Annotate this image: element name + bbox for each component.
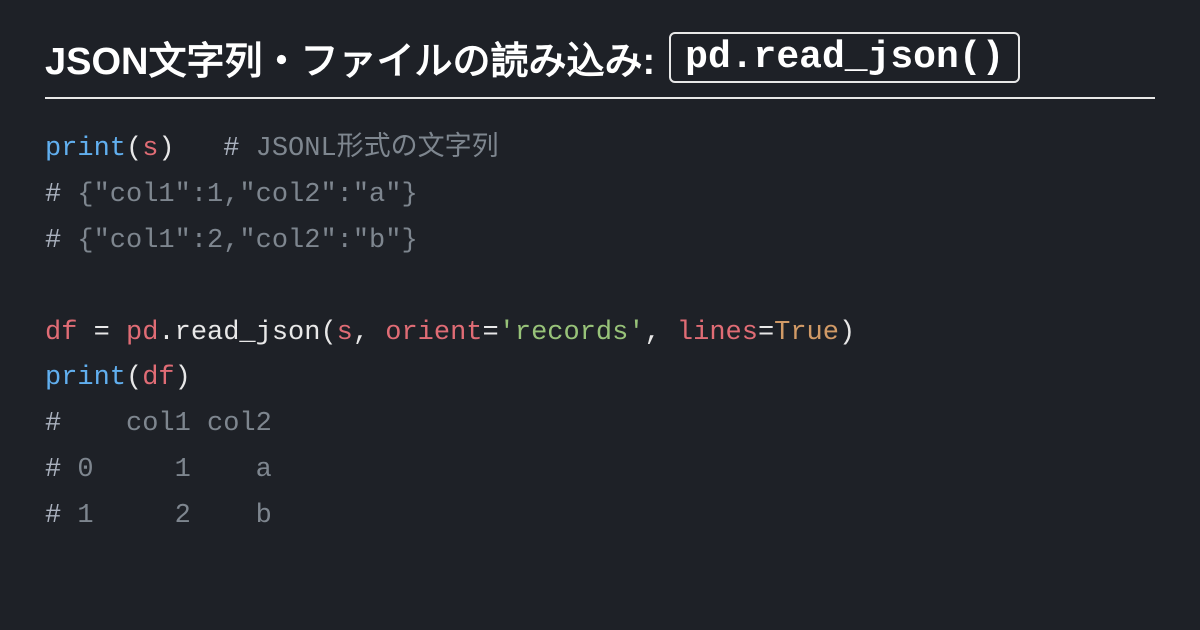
- code-line-8: # 1 2 b: [45, 501, 272, 531]
- code-line-7: # 0 1 a: [45, 455, 272, 485]
- header: JSON文字列・ファイルの読み込み: pd.read_json(): [45, 30, 1155, 99]
- code-line-3: # {"col1":2,"col2":"b"}: [45, 226, 418, 256]
- page-title-code: pd.read_json(): [669, 32, 1020, 83]
- page-title: JSON文字列・ファイルの読み込み:: [45, 30, 655, 85]
- code-line-6: # col1 col2: [45, 409, 272, 439]
- code-line-5: print(df): [45, 363, 191, 393]
- code-line-2: # {"col1":1,"col2":"a"}: [45, 180, 418, 210]
- code-line-4: df = pd.read_json(s, orient='records', l…: [45, 318, 855, 348]
- code-block: print(s) # JSONL形式の文字列 # {"col1":1,"col2…: [45, 127, 1155, 540]
- code-line-1: print(s) # JSONL形式の文字列: [45, 134, 499, 164]
